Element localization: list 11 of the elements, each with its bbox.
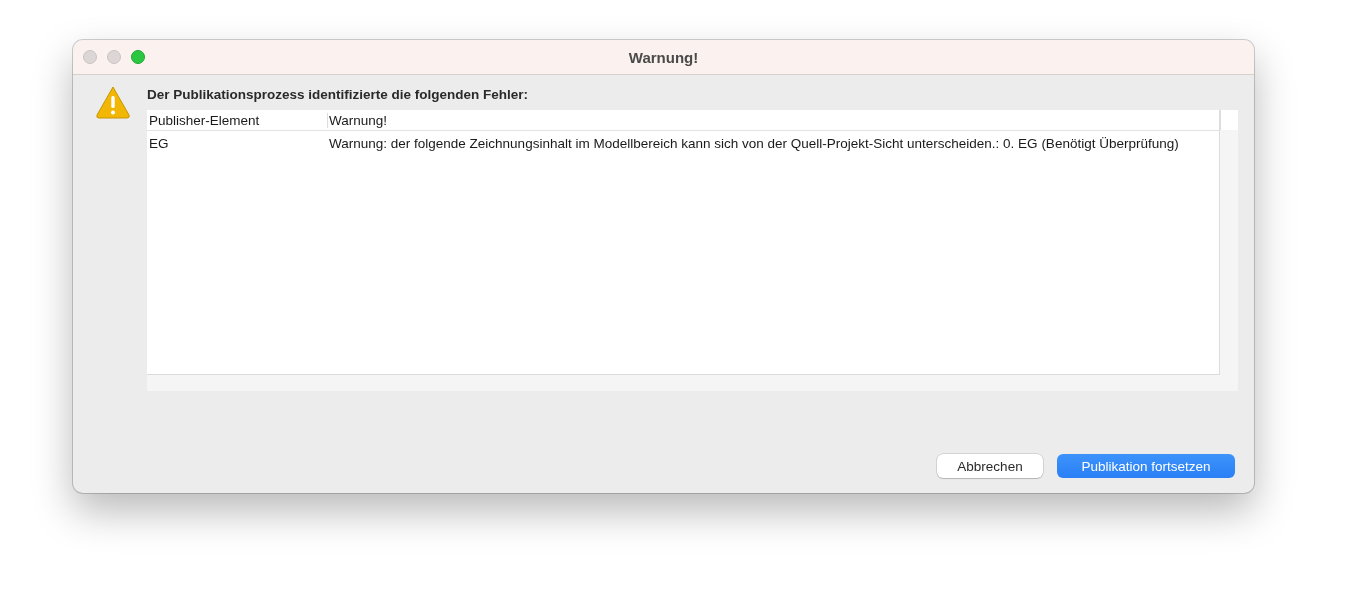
window-title: Warnung! — [628, 48, 699, 66]
close-icon[interactable] — [83, 50, 97, 64]
column-header[interactable]: Warnung! — [327, 112, 388, 128]
error-message: Der Publikationsprozess identifizierte die folgenden Fehler: — [147, 87, 529, 102]
warning-icon — [95, 85, 131, 119]
table-cell-text: EG — [148, 135, 169, 151]
minimize-icon[interactable] — [107, 50, 121, 64]
cancel-button[interactable]: Abbrechen — [937, 454, 1043, 478]
zoom-icon[interactable] — [131, 50, 145, 64]
table-cell-text: Warnung: der folgende Zeichnungsinhalt im Modellbereich kann sich von der Quell-Projekt-Sicht unterscheiden.: 0. EG (Benötigt Überprüfung) — [328, 135, 1179, 151]
column-header[interactable]: Publisher-Element — [147, 112, 260, 128]
